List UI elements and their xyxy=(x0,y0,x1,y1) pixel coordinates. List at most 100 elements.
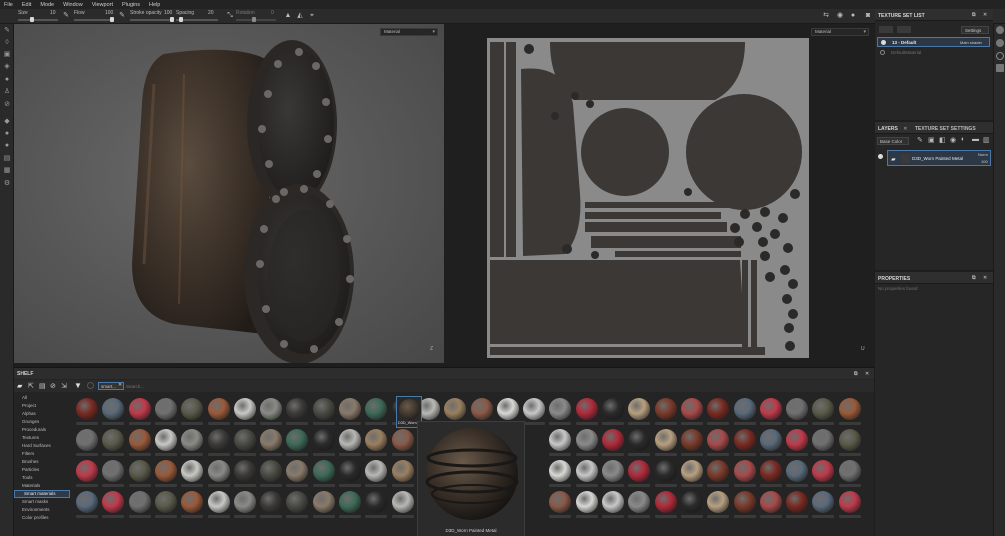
pen-pressure-icon[interactable]: ✎ xyxy=(62,12,70,20)
import-icon[interactable]: ⇱ xyxy=(28,382,34,390)
material-thumbnail[interactable] xyxy=(102,398,125,420)
tab-close-icon[interactable]: ✕ xyxy=(903,126,907,132)
category-item[interactable]: Filters xyxy=(22,451,34,456)
material-thumbnail[interactable] xyxy=(680,429,703,451)
material-thumbnail[interactable] xyxy=(654,460,677,482)
rotation-slider[interactable] xyxy=(236,17,276,22)
material-thumbnail[interactable] xyxy=(365,491,388,513)
texture-set-row[interactable]: DefaultMaterial xyxy=(877,48,990,57)
layer-opacity[interactable]: 100 xyxy=(981,159,988,164)
material-thumbnail[interactable] xyxy=(339,460,361,482)
new-folder-icon[interactable]: ▤ xyxy=(39,382,46,390)
material-thumbnail[interactable] xyxy=(102,491,125,513)
history-icon[interactable] xyxy=(996,52,1004,60)
layer-blend-mode[interactable]: Norm xyxy=(978,152,988,157)
material-thumbnail[interactable] xyxy=(365,429,388,451)
material-thumbnail[interactable] xyxy=(549,460,572,482)
material-thumbnail[interactable] xyxy=(759,491,782,513)
material-thumbnail[interactable] xyxy=(759,398,782,420)
channel-dropdown[interactable]: Base Color xyxy=(877,137,909,145)
snap-icon[interactable]: ⌖ xyxy=(308,12,316,20)
filter-icon[interactable]: ▼ xyxy=(74,381,82,390)
category-item[interactable]: All xyxy=(22,395,27,400)
material-thumbnail[interactable] xyxy=(312,429,335,451)
rotation-value[interactable]: 0 xyxy=(271,10,274,16)
material-thumbnail[interactable] xyxy=(76,398,98,420)
float-icon[interactable]: ⧉ xyxy=(972,275,976,281)
material-thumbnail[interactable] xyxy=(391,491,414,513)
category-item[interactable]: Materials xyxy=(22,483,40,488)
export-icon[interactable]: ⇲ xyxy=(61,382,67,390)
tab-texture-set-settings[interactable]: TEXTURE SET SETTINGS xyxy=(915,126,976,132)
material-thumbnail[interactable] xyxy=(523,398,546,420)
shelf-search-input[interactable] xyxy=(126,382,246,390)
material-thumbnail[interactable] xyxy=(838,491,861,513)
material-thumbnail[interactable] xyxy=(339,429,361,451)
layer-row[interactable]: ▰ D3D_Worn Painted Metal Norm 100 xyxy=(887,150,991,166)
menu-file[interactable]: File xyxy=(4,2,13,8)
menu-viewport[interactable]: Viewport xyxy=(92,2,113,8)
menu-edit[interactable]: Edit xyxy=(22,2,31,8)
material-thumbnail[interactable] xyxy=(207,460,230,482)
lazy-mouse-icon[interactable]: ⤡ xyxy=(226,12,234,20)
flow-pressure-icon[interactable]: ✎ xyxy=(118,12,126,20)
category-item[interactable]: Smart masks xyxy=(22,499,48,504)
spacing-value[interactable]: 20 xyxy=(208,10,214,16)
category-item[interactable]: Brushes xyxy=(22,459,39,464)
remove-filter-icon[interactable]: ✕ xyxy=(118,382,122,388)
material-thumbnail[interactable] xyxy=(207,429,230,451)
mirror-icon[interactable]: ◭ xyxy=(296,12,304,20)
category-item[interactable]: Environments xyxy=(22,507,50,512)
material-thumbnail[interactable] xyxy=(549,491,572,513)
material-thumbnail[interactable] xyxy=(181,460,204,482)
texture-icon[interactable]: ▦ xyxy=(3,167,11,175)
material-thumbnail[interactable] xyxy=(549,398,572,420)
material-thumbnail[interactable] xyxy=(628,429,651,451)
light-icon[interactable]: ● xyxy=(3,130,11,138)
material-thumbnail[interactable] xyxy=(470,398,493,420)
add-mask-icon[interactable]: ◧ xyxy=(939,136,946,144)
category-item[interactable]: Particles xyxy=(22,467,39,472)
geometry-mask-icon[interactable]: ● xyxy=(3,142,11,150)
close-icon[interactable]: ✕ xyxy=(983,275,987,281)
add-folder-icon[interactable]: ▬ xyxy=(972,136,979,143)
material-thumbnail[interactable] xyxy=(154,429,177,451)
folder-icon[interactable]: ▰ xyxy=(17,382,22,390)
material-thumbnail[interactable] xyxy=(154,460,177,482)
material-thumbnail[interactable] xyxy=(707,429,730,451)
delete-icon[interactable]: ▥ xyxy=(983,136,990,144)
add-fill-layer-icon[interactable]: ▣ xyxy=(928,136,935,144)
material-thumbnail[interactable] xyxy=(207,398,230,420)
material-thumbnail[interactable] xyxy=(286,460,309,482)
spacing-slider[interactable] xyxy=(176,17,218,22)
material-thumbnail[interactable] xyxy=(838,429,861,451)
category-item[interactable]: Project xyxy=(22,403,36,408)
viewport-2d[interactable]: Material ▾ U xyxy=(445,24,874,363)
material-thumbnail[interactable] xyxy=(812,398,835,420)
material-thumbnail[interactable] xyxy=(154,491,177,513)
flow-value[interactable]: 100 xyxy=(105,10,113,16)
log-icon[interactable] xyxy=(996,64,1004,72)
tab-layers[interactable]: LAYERS xyxy=(878,126,898,132)
material-thumbnail[interactable] xyxy=(339,491,361,513)
category-item[interactable]: Grunges xyxy=(22,419,39,424)
material-thumbnail[interactable] xyxy=(707,460,730,482)
instance-icon[interactable]: ◐ xyxy=(961,136,965,143)
material-thumbnail[interactable] xyxy=(260,460,283,482)
material-thumbnail[interactable] xyxy=(102,460,125,482)
texture-set-list-icon[interactable] xyxy=(996,26,1004,34)
material-thumbnail[interactable] xyxy=(260,429,283,451)
material-thumbnail[interactable] xyxy=(286,429,309,451)
material-thumbnail[interactable] xyxy=(602,429,624,451)
material-thumbnail[interactable] xyxy=(733,460,756,482)
material-thumbnail[interactable] xyxy=(654,398,677,420)
close-icon[interactable]: ✕ xyxy=(983,12,987,18)
close-icon[interactable]: ✕ xyxy=(865,371,869,377)
material-thumbnail[interactable] xyxy=(707,398,730,420)
material-thumbnail[interactable] xyxy=(680,398,703,420)
material-thumbnail[interactable] xyxy=(733,491,756,513)
material-thumbnail[interactable] xyxy=(312,460,335,482)
material-thumbnail[interactable] xyxy=(286,491,309,513)
material-thumbnail[interactable] xyxy=(233,460,256,482)
filter-circle-icon[interactable] xyxy=(87,382,94,389)
